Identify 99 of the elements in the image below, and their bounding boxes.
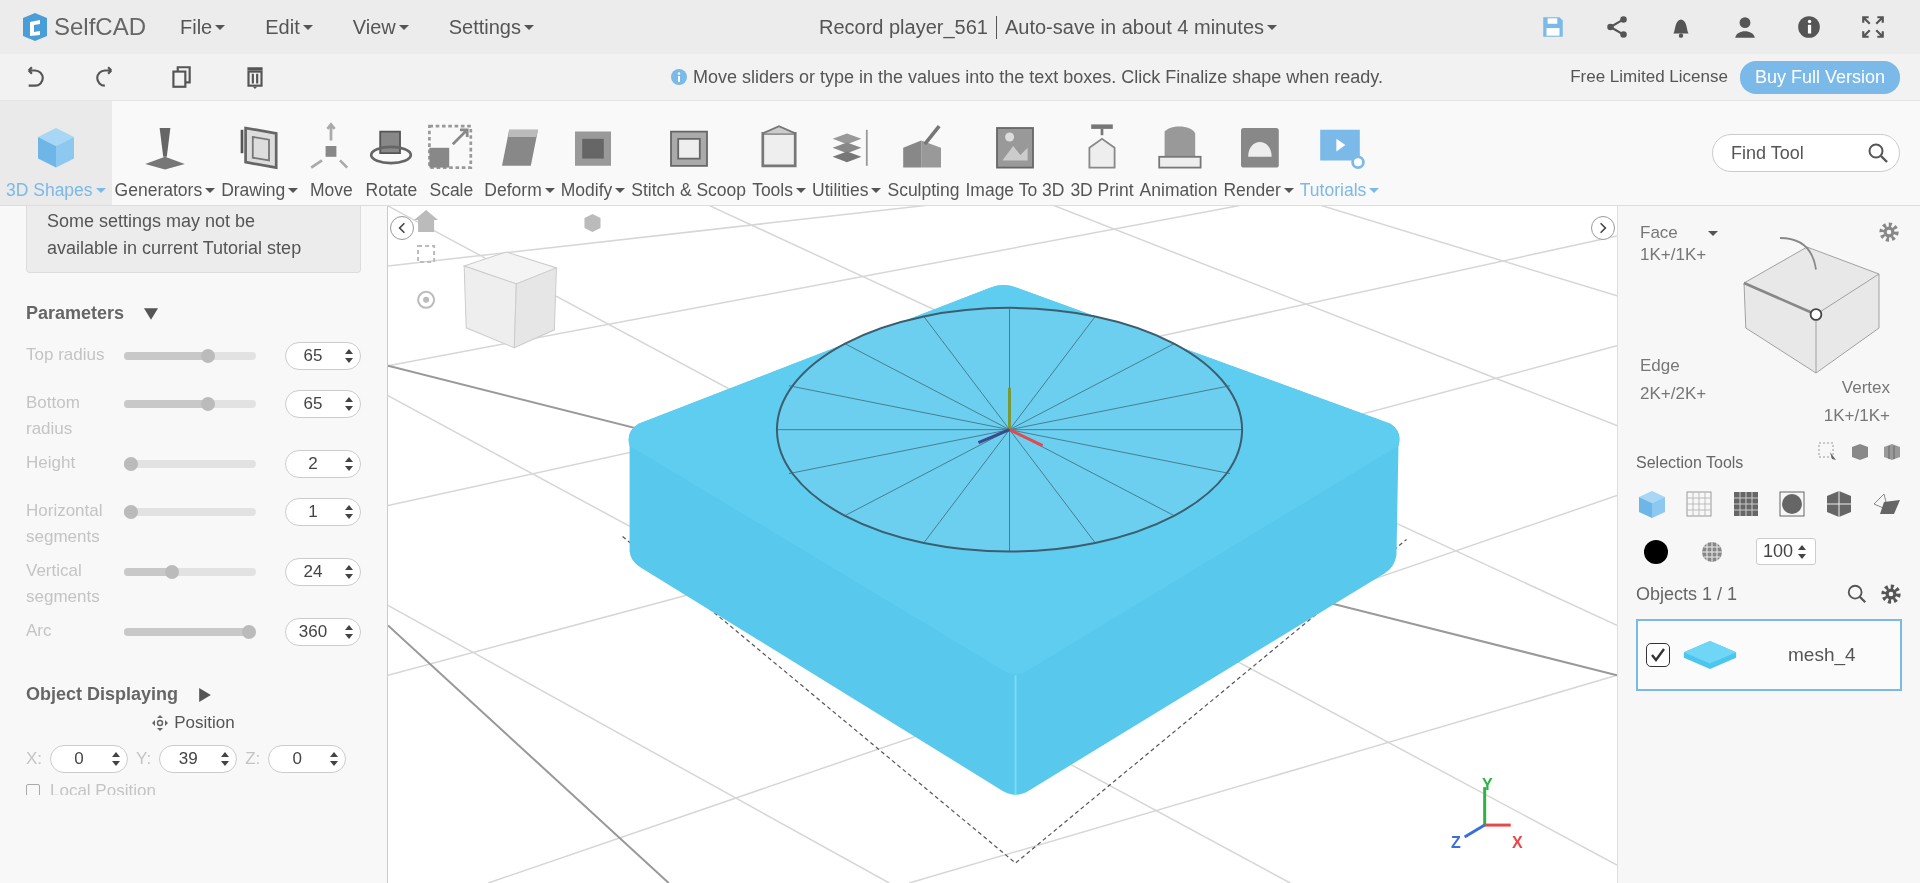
triangle-icon[interactable] xyxy=(144,306,159,321)
settings-icon[interactable] xyxy=(1878,221,1900,243)
color-swatch[interactable] xyxy=(1644,539,1668,564)
tool-button[interactable]: Rotate xyxy=(361,101,422,205)
axis-label: Z xyxy=(1451,834,1461,852)
edge-count: 2K+/2K+ xyxy=(1640,384,1707,404)
tool-button[interactable]: Move xyxy=(301,101,362,205)
share-icon[interactable] xyxy=(1604,14,1630,40)
slider-track[interactable] xyxy=(124,625,256,639)
spinner-icon[interactable] xyxy=(344,396,354,412)
object-name: mesh_4 xyxy=(1788,644,1856,666)
settings-icon[interactable] xyxy=(1880,583,1902,605)
slider-thumb[interactable] xyxy=(124,457,138,471)
find-tool-field[interactable]: Find Tool xyxy=(1712,134,1900,172)
search-icon[interactable] xyxy=(1866,141,1890,165)
selection-tools-title: Selection Tools xyxy=(1636,454,1744,472)
tool-button[interactable]: Sculpting xyxy=(884,101,963,205)
box-select-icon[interactable] xyxy=(1818,442,1838,462)
number-field[interactable]: 65 xyxy=(285,342,361,370)
objects-title: Objects 1 / 1 xyxy=(1636,583,1738,605)
slider-track[interactable] xyxy=(124,565,256,579)
spinner-icon[interactable] xyxy=(329,751,340,767)
section-title: Parameters xyxy=(26,303,125,324)
collapse-right-button[interactable] xyxy=(1591,216,1615,240)
fullscreen-icon[interactable] xyxy=(1860,14,1886,40)
sphere-icon[interactable] xyxy=(1700,539,1724,564)
document-title: Record player_561 xyxy=(818,15,997,39)
axis-label: X xyxy=(1512,834,1523,852)
menu-item[interactable]: View xyxy=(352,15,409,39)
slab-thumbnail-icon xyxy=(1682,638,1738,672)
info-icon[interactable] xyxy=(1796,14,1822,40)
edge-label: Edge xyxy=(1640,356,1681,376)
autosave-dropdown[interactable]: Auto-save in about 4 minutes xyxy=(1004,15,1277,39)
vertex-label: Vertex xyxy=(1841,378,1890,398)
face-dropdown[interactable]: Face xyxy=(1640,222,1718,244)
slider-thumb[interactable] xyxy=(165,565,180,579)
slider-thumb[interactable] xyxy=(242,625,256,639)
tool-button[interactable]: 3D Print xyxy=(1067,101,1137,205)
user-icon[interactable] xyxy=(1732,14,1758,40)
tool-button[interactable]: Image To 3D xyxy=(962,101,1068,205)
chevron-left-icon xyxy=(398,221,406,235)
slider-track[interactable] xyxy=(124,397,256,411)
number-field[interactable]: 0 xyxy=(268,745,347,773)
slider-track[interactable] xyxy=(124,457,256,471)
number-field[interactable]: 39 xyxy=(159,745,238,773)
hint-text: Move sliders or type in the values into the text boxes. Click Finalize shape when ready. xyxy=(693,66,1383,88)
notice-text: Some settings may not be available in current Tutorial step xyxy=(47,211,302,258)
collapse-left-button[interactable] xyxy=(390,216,414,240)
object-list-item[interactable]: mesh_4 xyxy=(1636,619,1902,691)
spinner-icon[interactable] xyxy=(344,456,354,472)
logo-icon xyxy=(20,12,50,42)
tool-button[interactable]: Stitch & Scoop xyxy=(628,101,750,205)
menu-item[interactable]: Settings xyxy=(448,15,534,39)
spinner-icon[interactable] xyxy=(220,751,231,767)
spinner-icon[interactable] xyxy=(111,751,122,767)
slider-track[interactable] xyxy=(124,505,256,519)
spinner-icon[interactable] xyxy=(1797,543,1808,560)
layered-cube-icon[interactable] xyxy=(1882,442,1902,462)
number-field[interactable]: 2 xyxy=(285,450,361,478)
tool-button[interactable]: Generators xyxy=(111,101,219,205)
number-field[interactable]: 65 xyxy=(285,390,361,418)
spinner-icon[interactable] xyxy=(344,504,354,520)
tool-button[interactable]: Modify xyxy=(557,101,629,205)
menu-item[interactable]: File xyxy=(180,15,226,39)
axis-label: Y xyxy=(1482,776,1493,794)
spinner-icon[interactable] xyxy=(344,624,354,640)
spinner-icon[interactable] xyxy=(344,564,354,580)
number-field[interactable]: 0 xyxy=(50,745,129,773)
number-field[interactable]: 360 xyxy=(285,618,361,646)
tool-button[interactable]: Render xyxy=(1220,101,1297,205)
checkbox[interactable] xyxy=(26,784,40,795)
triangle-icon[interactable] xyxy=(198,687,213,702)
chevron-right-icon xyxy=(1599,221,1607,235)
tool-button[interactable]: Drawing xyxy=(218,101,302,205)
spinner-icon[interactable] xyxy=(344,348,354,364)
axis-gizmo-icon xyxy=(977,387,1044,447)
slider-thumb[interactable] xyxy=(200,349,215,363)
tool-button[interactable]: Scale xyxy=(421,101,482,205)
tool-button[interactable]: Utilities xyxy=(809,101,885,205)
checkbox[interactable] xyxy=(1646,643,1670,667)
position-label: Position xyxy=(174,713,235,733)
tool-button[interactable]: Animation xyxy=(1136,101,1221,205)
slider-track[interactable] xyxy=(124,349,256,363)
slider-thumb[interactable] xyxy=(200,397,215,411)
move-arrows-icon xyxy=(152,715,169,731)
info-icon xyxy=(671,69,687,85)
menu-item[interactable]: Edit xyxy=(265,15,313,39)
vertex-count: 1K+/1K+ xyxy=(1823,406,1890,426)
section-title: Object Displaying xyxy=(26,684,179,705)
tool-button[interactable]: Tools xyxy=(749,101,810,205)
search-icon[interactable] xyxy=(1846,583,1868,605)
tool-button[interactable]: Deform xyxy=(481,101,558,205)
license-text: Free Limited License xyxy=(1570,67,1728,87)
logo-text: SelfCAD xyxy=(54,13,147,41)
slider-thumb[interactable] xyxy=(124,505,138,519)
face-count: 1K+/1K+ xyxy=(1640,244,1708,266)
opacity-field[interactable]: 100 xyxy=(1756,538,1817,565)
number-field[interactable]: 24 xyxy=(285,558,361,586)
number-field[interactable]: 1 xyxy=(285,498,361,526)
